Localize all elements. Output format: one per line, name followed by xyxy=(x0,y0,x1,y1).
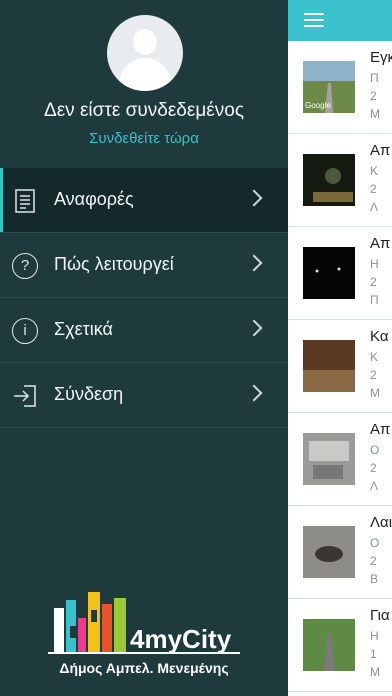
report-category: Κ xyxy=(370,164,379,178)
report-location: Λ xyxy=(370,200,379,214)
report-item[interactable]: Google Εγκ Π 2 Μ xyxy=(288,41,392,134)
report-item[interactable]: Λαι Ο 2 Β xyxy=(288,506,392,599)
chevron-right-icon xyxy=(245,384,263,402)
report-date: 2 xyxy=(370,368,377,382)
report-date: 2 xyxy=(370,554,377,568)
report-item[interactable]: Απ Η 2 Π xyxy=(288,227,392,320)
drawer-menu: Αναφορές ? Πώς λειτουργεί i Σχετικά Σύνδ… xyxy=(0,168,288,428)
chevron-right-icon xyxy=(245,189,263,207)
report-date: 1 xyxy=(370,647,377,661)
report-item[interactable]: Απ Ο 2 Λ xyxy=(288,413,392,506)
login-status-text: Δεν είστε συνδεδεμένος xyxy=(44,100,244,121)
report-date: 2 xyxy=(370,461,377,475)
report-title: Εγκ xyxy=(370,49,392,66)
report-thumbnail xyxy=(303,526,355,578)
report-item[interactable]: Απ Κ 2 Λ xyxy=(288,134,392,227)
report-location: Μ xyxy=(370,107,380,121)
menu-item-how-it-works[interactable]: ? Πώς λειτουργεί xyxy=(0,233,288,298)
report-thumbnail xyxy=(303,247,355,299)
report-title: Απ xyxy=(370,235,391,252)
report-title: Απ xyxy=(370,142,391,159)
avatar-icon[interactable] xyxy=(107,15,183,91)
chevron-right-icon xyxy=(245,254,263,272)
report-title: Κα xyxy=(370,328,389,345)
report-title: Για xyxy=(370,607,390,624)
report-title: Απ xyxy=(370,421,391,438)
login-now-link[interactable]: Συνδεθείτε τώρα xyxy=(0,130,288,147)
document-icon xyxy=(15,189,35,213)
menu-item-about[interactable]: i Σχετικά xyxy=(0,298,288,363)
question-icon: ? xyxy=(12,253,38,279)
report-category: Η xyxy=(370,629,379,643)
navigation-drawer: Δεν είστε συνδεδεμένος Συνδεθείτε τώρα Α… xyxy=(0,0,288,696)
info-icon: i xyxy=(12,318,38,344)
menu-item-label: Σύνδεση xyxy=(54,384,124,404)
chevron-right-icon xyxy=(245,319,263,337)
menu-item-label: Αναφορές xyxy=(54,189,134,209)
report-location: Β xyxy=(370,572,379,586)
report-location: Μ xyxy=(370,665,380,679)
top-app-bar xyxy=(288,0,392,41)
menu-item-label: Πώς λειτουργεί xyxy=(54,254,174,274)
menu-item-login[interactable]: Σύνδεση xyxy=(0,363,288,428)
report-thumbnail xyxy=(303,340,355,392)
report-thumbnail xyxy=(303,619,355,671)
report-date: 2 xyxy=(370,182,377,196)
menu-item-label: Σχετικά xyxy=(54,319,113,339)
menu-item-reports[interactable]: Αναφορές xyxy=(0,168,288,233)
report-category: Ο xyxy=(370,443,380,457)
report-category: Κ xyxy=(370,350,379,364)
report-thumbnail xyxy=(303,154,355,206)
report-date: 2 xyxy=(370,89,377,103)
report-location: Μ xyxy=(370,386,380,400)
reports-panel: Google Εγκ Π 2 Μ Απ Κ 2 Λ Απ Η 2 Π Κα Κ … xyxy=(288,0,392,696)
google-watermark: Google xyxy=(305,101,331,110)
report-location: Π xyxy=(370,293,379,307)
report-location: Λ xyxy=(370,479,379,493)
report-category: Ο xyxy=(370,536,380,550)
report-category: Η xyxy=(370,257,379,271)
report-title: Λαι xyxy=(370,514,392,531)
logo-text: 4myCity xyxy=(130,624,232,654)
report-category: Π xyxy=(370,71,379,85)
report-date: 2 xyxy=(370,275,377,289)
report-thumbnail xyxy=(303,433,355,485)
report-item[interactable]: Για Η 1 Μ xyxy=(288,599,392,692)
login-icon xyxy=(14,385,36,407)
hamburger-menu-icon[interactable] xyxy=(304,13,324,27)
report-item[interactable]: Κα Κ 2 Μ xyxy=(288,320,392,413)
municipality-name: Δήμος Αμπελ. Μενεμένης xyxy=(59,660,229,676)
